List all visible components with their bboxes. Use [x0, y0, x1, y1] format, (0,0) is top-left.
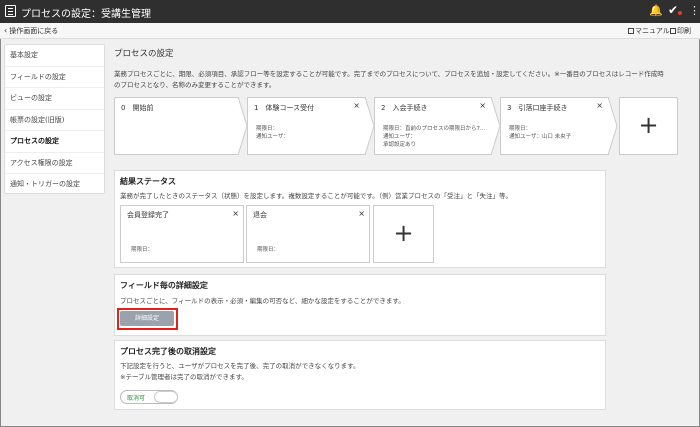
step-header: 1 体験コース受付	[254, 104, 315, 112]
close-icon[interactable]: ×	[479, 101, 486, 110]
description-line-2: のプロセスとなり、名称のみ変更することができます。	[114, 81, 276, 89]
toggle-label: 取消可	[127, 395, 146, 402]
process-step[interactable]: 1 体験コース受付 × 期限日： 通知ユーザ：	[247, 97, 366, 155]
step-meta-line: 期限日：	[509, 126, 532, 132]
process-steps: 0 開始前 1 体験コース受付 × 期限日： 通知ユーザ： 2 入会手続き × …	[114, 97, 678, 155]
add-process-button[interactable]: +	[619, 97, 678, 155]
cancel-setting-description-2: ※テーブル管理者は完了の取消ができます。	[120, 373, 248, 381]
sidebar-item-views[interactable]: ビューの設定	[5, 88, 104, 110]
step-header: 2 入会手続き	[381, 104, 428, 112]
status-due: 期限日：	[131, 247, 154, 253]
cancel-setting-panel: プロセス完了後の取消設定 下記設定を行うと、ユーザがプロセスを完了後、完了の取消…	[114, 340, 606, 410]
manual-link[interactable]: マニュアル	[628, 26, 670, 36]
sidebar-item-fields[interactable]: フィールドの設定	[5, 67, 104, 88]
bell-icon[interactable]: 🔔	[649, 4, 663, 17]
description-line-1: 業務プロセスごとに、期限、必須項目、承認フロー等を設定することが可能です。完了ま…	[114, 70, 664, 78]
section-description: 業務プロセスごとに、期限、必須項目、承認フロー等を設定することが可能です。完了ま…	[114, 69, 694, 91]
sidebar-item-basic[interactable]: 基本設定	[5, 45, 104, 67]
sidebar-item-process[interactable]: プロセスの設定	[5, 131, 104, 153]
add-status-button[interactable]: +	[373, 205, 434, 263]
close-icon[interactable]: ×	[353, 101, 360, 110]
step-meta: 期限日： 通知ユーザ：山口 未央子	[509, 125, 571, 141]
highlight-box	[117, 308, 178, 330]
manual-label: マニュアル	[635, 27, 670, 35]
section-title: プロセスの設定	[114, 49, 174, 59]
result-status-title: 結果ステータス	[120, 177, 176, 186]
step-meta-line: 通知ユーザ：山口 未央子	[509, 134, 572, 140]
sidebar-item-forms[interactable]: 帳票の設定(旧版)	[5, 110, 104, 131]
step-header: 3 引落口座手続き	[507, 104, 568, 112]
field-detail-title: フィールド毎の詳細設定	[120, 281, 208, 290]
cancel-setting-description-1: 下記設定を行うと、ユーザがプロセスを完了後、完了の取消ができなくなります。	[120, 362, 360, 370]
step-meta-line: 承認設定あり	[383, 142, 417, 148]
status-due: 期限日：	[257, 247, 280, 253]
settings-sidebar: 基本設定 フィールドの設定 ビューの設定 帳票の設定(旧版) プロセスの設定 ア…	[4, 44, 105, 196]
field-detail-panel: フィールド毎の詳細設定 プロセスごとに、フィールドの表示・必須・編集の可否など、…	[114, 274, 606, 336]
step-meta-line: 期限日：	[256, 126, 279, 132]
print-icon	[670, 28, 676, 34]
close-icon[interactable]: ×	[596, 101, 603, 110]
sub-toolbar: ‹ 操作画面に戻る マニュアル 印刷	[0, 23, 700, 39]
process-step[interactable]: 0 開始前	[114, 97, 239, 155]
process-step[interactable]: 3 引落口座手続き × 期限日： 通知ユーザ：山口 未央子	[500, 97, 609, 155]
page-title: プロセスの設定：受講生管理	[21, 9, 151, 20]
cancel-allowed-toggle[interactable]: 取消可	[120, 390, 178, 404]
app-menu-icon[interactable]	[5, 5, 16, 17]
result-status-description: 業務が完了したときのステータス（状態）を設定します。複数設定することが可能です。…	[120, 192, 512, 200]
notification-dot	[678, 11, 682, 15]
status-card[interactable]: 会員登録完了 × 期限日：	[120, 205, 244, 263]
status-card[interactable]: 退会 × 期限日：	[246, 205, 370, 263]
close-icon[interactable]: ×	[232, 209, 239, 218]
highlight-frame	[117, 308, 178, 330]
step-meta: 期限日：直前のプロセスの期限日から7... 通知ユーザ： 承認設定あり	[383, 125, 485, 149]
field-detail-description: プロセスごとに、フィールドの表示・必須・編集の可否など、細かな設定をすることがで…	[120, 297, 405, 305]
sidebar-item-notifications[interactable]: 通知・トリガーの設定	[5, 174, 104, 196]
sidebar-item-access[interactable]: アクセス権限の設定	[5, 153, 104, 174]
step-meta-line: 期限日：直前のプロセスの期限日から7...	[383, 126, 486, 132]
step-meta: 期限日： 通知ユーザ：	[256, 125, 289, 141]
cancel-setting-title: プロセス完了後の取消設定	[120, 347, 216, 356]
print-label: 印刷	[677, 27, 691, 35]
back-label: 操作画面に戻る	[9, 27, 59, 35]
manual-icon	[628, 28, 634, 34]
step-meta-line: 通知ユーザ：	[383, 134, 416, 140]
more-options-icon[interactable]: ⋮	[689, 4, 700, 17]
result-status-panel: 結果ステータス 業務が完了したときのステータス（状態）を設定します。複数設定する…	[114, 170, 606, 268]
status-name: 会員登録完了	[127, 211, 169, 219]
close-icon[interactable]: ×	[358, 209, 365, 218]
step-arrow-icon	[608, 97, 618, 155]
process-step[interactable]: 2 入会手続き × 期限日：直前のプロセスの期限日から7... 通知ユーザ： 承…	[374, 97, 492, 155]
print-link[interactable]: 印刷	[670, 26, 691, 36]
chevron-left-icon: ‹	[4, 26, 8, 35]
step-meta-line: 通知ユーザ：	[256, 134, 289, 140]
toggle-knob	[154, 391, 178, 403]
checkmark-icon[interactable]: ✔	[668, 3, 678, 17]
top-bar: プロセスの設定：受講生管理 🔔 ✔ ⋮	[0, 0, 700, 23]
back-link[interactable]: ‹ 操作画面に戻る	[4, 26, 58, 36]
step-header: 0 開始前	[121, 104, 154, 112]
status-name: 退会	[253, 211, 267, 219]
